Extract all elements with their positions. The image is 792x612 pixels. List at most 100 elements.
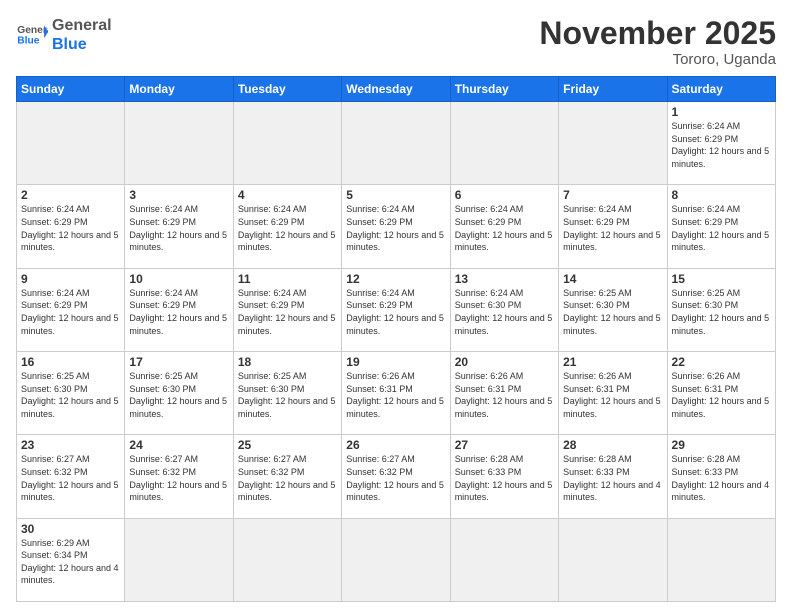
calendar-day-cell [125,102,233,185]
calendar-day-cell [233,518,341,601]
logo-general: General [52,16,112,35]
calendar-day-cell: 18Sunrise: 6:25 AMSunset: 6:30 PMDayligh… [233,352,341,435]
calendar-week-row: 9Sunrise: 6:24 AMSunset: 6:29 PMDaylight… [17,268,776,351]
calendar-day-cell [342,102,450,185]
day-info: Sunrise: 6:24 AMSunset: 6:30 PMDaylight:… [455,287,554,337]
calendar-week-row: 30Sunrise: 6:29 AMSunset: 6:34 PMDayligh… [17,518,776,601]
day-info: Sunrise: 6:27 AMSunset: 6:32 PMDaylight:… [21,453,120,503]
day-info: Sunrise: 6:25 AMSunset: 6:30 PMDaylight:… [672,287,771,337]
calendar-week-row: 2Sunrise: 6:24 AMSunset: 6:29 PMDaylight… [17,185,776,268]
header-thursday: Thursday [450,77,558,102]
calendar-day-cell: 14Sunrise: 6:25 AMSunset: 6:30 PMDayligh… [559,268,667,351]
svg-text:Blue: Blue [17,36,39,47]
calendar-day-cell: 2Sunrise: 6:24 AMSunset: 6:29 PMDaylight… [17,185,125,268]
day-info: Sunrise: 6:24 AMSunset: 6:29 PMDaylight:… [455,203,554,253]
day-number: 1 [672,105,771,119]
calendar-day-cell: 25Sunrise: 6:27 AMSunset: 6:32 PMDayligh… [233,435,341,518]
calendar-day-cell: 30Sunrise: 6:29 AMSunset: 6:34 PMDayligh… [17,518,125,601]
day-info: Sunrise: 6:24 AMSunset: 6:29 PMDaylight:… [346,287,445,337]
day-number: 18 [238,355,337,369]
day-info: Sunrise: 6:27 AMSunset: 6:32 PMDaylight:… [238,453,337,503]
calendar-day-cell [559,518,667,601]
day-info: Sunrise: 6:26 AMSunset: 6:31 PMDaylight:… [346,370,445,420]
calendar-day-cell: 20Sunrise: 6:26 AMSunset: 6:31 PMDayligh… [450,352,558,435]
calendar-day-cell: 4Sunrise: 6:24 AMSunset: 6:29 PMDaylight… [233,185,341,268]
calendar-table: Sunday Monday Tuesday Wednesday Thursday… [16,76,776,602]
calendar-day-cell: 5Sunrise: 6:24 AMSunset: 6:29 PMDaylight… [342,185,450,268]
header-tuesday: Tuesday [233,77,341,102]
day-number: 10 [129,272,228,286]
day-info: Sunrise: 6:27 AMSunset: 6:32 PMDaylight:… [129,453,228,503]
calendar-day-cell: 8Sunrise: 6:24 AMSunset: 6:29 PMDaylight… [667,185,775,268]
day-info: Sunrise: 6:25 AMSunset: 6:30 PMDaylight:… [129,370,228,420]
day-info: Sunrise: 6:24 AMSunset: 6:29 PMDaylight:… [346,203,445,253]
day-number: 27 [455,438,554,452]
day-number: 2 [21,188,120,202]
calendar-day-cell: 9Sunrise: 6:24 AMSunset: 6:29 PMDaylight… [17,268,125,351]
day-number: 25 [238,438,337,452]
day-info: Sunrise: 6:26 AMSunset: 6:31 PMDaylight:… [455,370,554,420]
calendar-day-cell: 21Sunrise: 6:26 AMSunset: 6:31 PMDayligh… [559,352,667,435]
page-header: General Blue General Blue November 2025 … [16,16,776,68]
calendar-day-cell: 3Sunrise: 6:24 AMSunset: 6:29 PMDaylight… [125,185,233,268]
calendar-header-row: Sunday Monday Tuesday Wednesday Thursday… [17,77,776,102]
day-info: Sunrise: 6:26 AMSunset: 6:31 PMDaylight:… [672,370,771,420]
day-number: 19 [346,355,445,369]
calendar-day-cell: 26Sunrise: 6:27 AMSunset: 6:32 PMDayligh… [342,435,450,518]
calendar-day-cell: 29Sunrise: 6:28 AMSunset: 6:33 PMDayligh… [667,435,775,518]
day-number: 17 [129,355,228,369]
calendar-day-cell: 1Sunrise: 6:24 AMSunset: 6:29 PMDaylight… [667,102,775,185]
day-number: 22 [672,355,771,369]
calendar-day-cell: 10Sunrise: 6:24 AMSunset: 6:29 PMDayligh… [125,268,233,351]
calendar-day-cell: 13Sunrise: 6:24 AMSunset: 6:30 PMDayligh… [450,268,558,351]
logo: General Blue General Blue [16,16,112,54]
calendar-day-cell: 6Sunrise: 6:24 AMSunset: 6:29 PMDaylight… [450,185,558,268]
day-number: 13 [455,272,554,286]
day-number: 15 [672,272,771,286]
day-info: Sunrise: 6:24 AMSunset: 6:29 PMDaylight:… [129,287,228,337]
calendar-day-cell: 27Sunrise: 6:28 AMSunset: 6:33 PMDayligh… [450,435,558,518]
day-info: Sunrise: 6:24 AMSunset: 6:29 PMDaylight:… [563,203,662,253]
logo-blue: Blue [52,35,112,54]
day-number: 28 [563,438,662,452]
day-info: Sunrise: 6:29 AMSunset: 6:34 PMDaylight:… [21,537,120,587]
day-number: 12 [346,272,445,286]
day-info: Sunrise: 6:27 AMSunset: 6:32 PMDaylight:… [346,453,445,503]
header-friday: Friday [559,77,667,102]
day-info: Sunrise: 6:25 AMSunset: 6:30 PMDaylight:… [21,370,120,420]
calendar-day-cell: 28Sunrise: 6:28 AMSunset: 6:33 PMDayligh… [559,435,667,518]
day-number: 5 [346,188,445,202]
day-number: 16 [21,355,120,369]
calendar-week-row: 1Sunrise: 6:24 AMSunset: 6:29 PMDaylight… [17,102,776,185]
day-number: 4 [238,188,337,202]
day-info: Sunrise: 6:24 AMSunset: 6:29 PMDaylight:… [21,203,120,253]
calendar-day-cell: 23Sunrise: 6:27 AMSunset: 6:32 PMDayligh… [17,435,125,518]
calendar-day-cell [667,518,775,601]
day-info: Sunrise: 6:24 AMSunset: 6:29 PMDaylight:… [238,203,337,253]
day-info: Sunrise: 6:24 AMSunset: 6:29 PMDaylight:… [129,203,228,253]
day-number: 11 [238,272,337,286]
svg-text:General: General [17,25,48,36]
calendar-day-cell [559,102,667,185]
calendar-day-cell: 12Sunrise: 6:24 AMSunset: 6:29 PMDayligh… [342,268,450,351]
header-sunday: Sunday [17,77,125,102]
day-number: 3 [129,188,228,202]
calendar-day-cell: 22Sunrise: 6:26 AMSunset: 6:31 PMDayligh… [667,352,775,435]
day-info: Sunrise: 6:24 AMSunset: 6:29 PMDaylight:… [672,120,771,170]
day-number: 29 [672,438,771,452]
day-number: 26 [346,438,445,452]
title-block: November 2025 Tororo, Uganda [539,16,776,68]
day-number: 30 [21,522,120,536]
header-wednesday: Wednesday [342,77,450,102]
calendar-day-cell: 15Sunrise: 6:25 AMSunset: 6:30 PMDayligh… [667,268,775,351]
day-info: Sunrise: 6:28 AMSunset: 6:33 PMDaylight:… [672,453,771,503]
calendar-week-row: 23Sunrise: 6:27 AMSunset: 6:32 PMDayligh… [17,435,776,518]
header-monday: Monday [125,77,233,102]
calendar-day-cell [17,102,125,185]
day-info: Sunrise: 6:28 AMSunset: 6:33 PMDaylight:… [455,453,554,503]
day-number: 8 [672,188,771,202]
calendar-day-cell: 16Sunrise: 6:25 AMSunset: 6:30 PMDayligh… [17,352,125,435]
calendar-day-cell [450,102,558,185]
calendar-day-cell [125,518,233,601]
day-number: 21 [563,355,662,369]
